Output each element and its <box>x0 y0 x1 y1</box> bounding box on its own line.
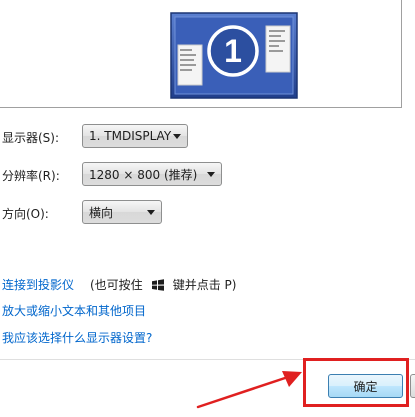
display-preview-panel: 1 <box>0 0 402 108</box>
resolution-select[interactable]: 1280 × 800 (推荐) <box>82 162 222 186</box>
display-select[interactable]: 1. TMDISPLAY <box>82 124 188 148</box>
resolution-label: 分辨率(R): <box>2 169 60 183</box>
chevron-down-icon <box>207 172 215 177</box>
display-label: 显示器(S): <box>2 131 60 145</box>
hint-prefix: (也可按住 <box>90 278 143 292</box>
annotation-arrow-icon <box>196 371 302 409</box>
resolution-select-value: 1280 × 800 (推荐) <box>89 167 198 182</box>
connect-projector-link[interactable]: 连接到投影仪 <box>2 276 74 293</box>
projector-shortcut-hint: (也可按住 键并点击 P) <box>90 276 236 293</box>
text-size-link[interactable]: 放大或缩小文本和其他项目 <box>2 302 146 319</box>
chevron-down-icon <box>147 210 155 215</box>
orientation-select[interactable]: 横向 <box>82 200 162 224</box>
display-select-value: 1. TMDISPLAY <box>89 129 172 143</box>
which-display-settings-link[interactable]: 我应该选择什么显示器设置? <box>2 329 152 346</box>
monitor-icon[interactable]: 1 <box>170 12 298 99</box>
windows-logo-icon <box>151 278 164 291</box>
cancel-button[interactable] <box>410 374 415 398</box>
monitor-number: 1 <box>224 33 242 69</box>
hint-suffix: 键并点击 P) <box>172 278 237 292</box>
orientation-select-value: 横向 <box>89 205 114 220</box>
orientation-label: 方向(O): <box>2 207 49 221</box>
highlight-box <box>303 358 409 407</box>
chevron-down-icon <box>173 134 181 139</box>
